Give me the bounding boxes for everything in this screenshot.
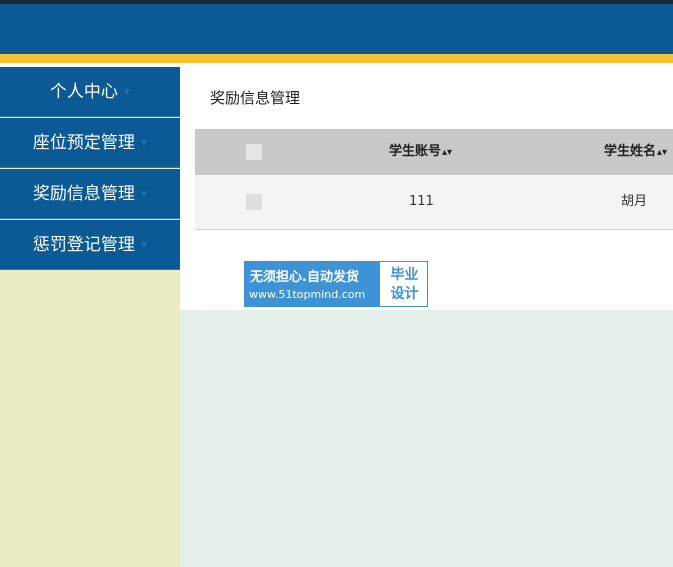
sort-icon[interactable]: ▴▾	[657, 147, 667, 158]
watermark-line1: 无须担心.自动发货	[250, 270, 359, 285]
sidebar-item-label: 奖励信息管理	[32, 184, 135, 204]
caret-down-icon: ▼	[140, 138, 148, 147]
column-header-student-name[interactable]: 学生姓名▴▾	[604, 129, 667, 175]
header-stripe	[0, 54, 673, 63]
cell-student-name: 胡月	[621, 194, 648, 209]
sidebar-item-penalty-registration[interactable]: 惩罚登记管理 ▼	[0, 220, 180, 270]
page-title: 奖励信息管理	[210, 89, 301, 107]
table-header: 学生账号▴▾ 学生姓名▴▾	[195, 129, 673, 175]
sidebar-item-label: 惩罚登记管理	[32, 235, 135, 255]
sidebar-item-seat-reservation[interactable]: 座位预定管理 ▼	[0, 118, 180, 168]
caret-down-icon: ▼	[140, 240, 148, 249]
select-all-checkbox[interactable]	[246, 144, 262, 160]
sidebar-item-label: 个人中心	[49, 82, 118, 102]
row-checkbox[interactable]	[246, 194, 262, 210]
caret-down-icon: ▼	[123, 87, 131, 96]
column-label: 学生姓名	[604, 144, 657, 159]
watermark-left: 无须担心.自动发货 www.51topmind.com	[245, 262, 380, 306]
column-header-student-account[interactable]: 学生账号▴▾	[389, 129, 452, 175]
watermark-right1: 毕业	[390, 267, 419, 283]
app-header	[0, 4, 673, 54]
watermark-badge: 无须担心.自动发货 www.51topmind.com 毕业 设计	[244, 261, 428, 307]
sort-icon[interactable]: ▴▾	[442, 147, 452, 158]
watermark-right2: 设计	[390, 286, 419, 302]
cell-student-account: 111	[409, 194, 434, 209]
table-row[interactable]: 111 胡月	[195, 175, 673, 230]
sidebar: 个人中心 ▼ 座位预定管理 ▼ 奖励信息管理 ▼ 惩罚登记管理 ▼	[0, 67, 180, 567]
watermark-line2: www.51topmind.com	[249, 288, 366, 301]
sidebar-item-label: 座位预定管理	[32, 133, 135, 153]
caret-down-icon: ▼	[140, 189, 148, 198]
sidebar-item-personal-center[interactable]: 个人中心 ▼	[0, 67, 180, 117]
sidebar-item-reward-management[interactable]: 奖励信息管理 ▼	[0, 169, 180, 219]
watermark-right: 毕业 设计	[382, 262, 427, 306]
column-label: 学生账号	[389, 144, 442, 159]
